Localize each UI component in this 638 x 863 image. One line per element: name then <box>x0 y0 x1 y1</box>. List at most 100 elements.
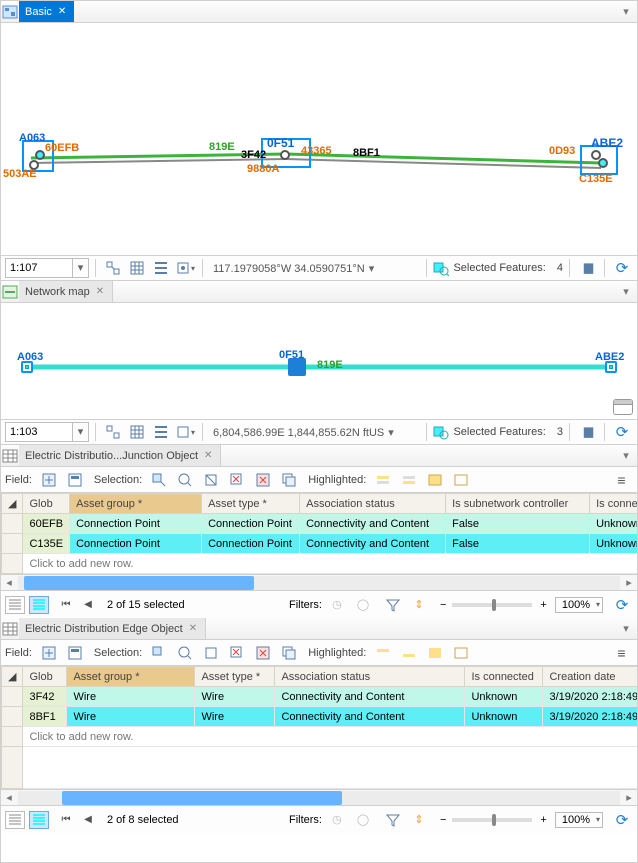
zoom-dropdown[interactable]: 100% <box>555 812 603 828</box>
menu-icon[interactable]: ≡ <box>611 472 633 488</box>
clear-sel-icon[interactable] <box>226 642 248 664</box>
nav-prev-icon[interactable]: ◀ <box>79 599 97 610</box>
field-calc-icon[interactable] <box>64 642 86 664</box>
hl-2-icon[interactable] <box>398 642 420 664</box>
filter-arrows-icon[interactable]: ⇕ <box>408 809 430 831</box>
zoom-fixed-icon[interactable] <box>102 257 124 279</box>
zoom-fixed-icon[interactable] <box>102 421 124 443</box>
table-row[interactable]: 3F42 Wire Wire Connectivity and Content … <box>2 687 638 707</box>
nav-prev-icon[interactable]: ◀ <box>79 814 97 825</box>
chevron-down-icon[interactable]: ▾ <box>72 259 88 277</box>
scroll-left-icon[interactable]: ◂ <box>1 791 17 804</box>
scroll-right-icon[interactable]: ▸ <box>621 791 637 804</box>
col-subnet[interactable]: Is subnetwork controller <box>446 494 590 514</box>
pane-menu-button[interactable]: ▾ <box>615 1 637 22</box>
col-date[interactable]: Creation date <box>543 667 637 687</box>
scale-input[interactable]: ▾ <box>5 422 89 442</box>
tab-basic[interactable]: Basic ✕ <box>19 1 74 22</box>
junction-60efb[interactable] <box>35 150 45 160</box>
dock-icon[interactable] <box>613 399 633 415</box>
filter-funnel-icon[interactable] <box>382 809 404 831</box>
mode-selected-icon[interactable] <box>29 811 49 829</box>
col-glob[interactable]: Glob <box>23 494 70 514</box>
hl-3-icon[interactable] <box>424 469 446 491</box>
junction-c135e[interactable] <box>598 158 608 168</box>
col-glob[interactable]: Glob <box>23 667 67 687</box>
junction-mid[interactable] <box>280 150 290 160</box>
col-isconn[interactable]: Is connect <box>590 494 637 514</box>
hl-4-icon[interactable] <box>450 642 472 664</box>
field-add-icon[interactable] <box>38 642 60 664</box>
scale-field[interactable] <box>6 423 72 441</box>
list-icon[interactable] <box>150 257 172 279</box>
col-assoc[interactable]: Association status <box>300 494 446 514</box>
mode-all-icon[interactable] <box>5 596 25 614</box>
refresh-icon[interactable]: ⟳ <box>611 421 633 443</box>
tab-junction[interactable]: Electric Distributio...Junction Object ✕ <box>19 445 221 466</box>
row-selector-header[interactable]: ◢ <box>2 667 23 687</box>
filter-extent-icon[interactable]: ◯ <box>352 594 374 616</box>
hl-1-icon[interactable] <box>372 642 394 664</box>
col-isconn[interactable]: Is connected <box>465 667 543 687</box>
table-row[interactable]: 60EFB Connection Point Connection Point … <box>2 514 638 534</box>
filter-funnel-icon[interactable] <box>382 594 404 616</box>
tab-edge[interactable]: Electric Distribution Edge Object ✕ <box>19 618 206 639</box>
field-add-icon[interactable] <box>38 469 60 491</box>
table-row[interactable]: C135E Connection Point Connection Point … <box>2 534 638 554</box>
scroll-left-icon[interactable]: ◂ <box>1 576 17 589</box>
list-icon[interactable] <box>150 421 172 443</box>
close-icon[interactable]: ✕ <box>204 450 212 461</box>
chevron-down-icon[interactable]: ▾ <box>388 427 394 439</box>
filter-time-icon[interactable]: ◷ <box>326 594 348 616</box>
zoom-to-icon[interactable] <box>174 469 196 491</box>
edge-grid[interactable]: ◢ Glob Asset group * Asset type * Associ… <box>1 666 637 805</box>
pane-menu-button[interactable]: ▾ <box>615 445 637 466</box>
col-assoc[interactable]: Association status <box>275 667 465 687</box>
mode-selected-icon[interactable] <box>29 596 49 614</box>
copy-sel-icon[interactable] <box>278 469 300 491</box>
refresh-icon[interactable]: ⟳ <box>611 594 633 616</box>
delete-sel-icon[interactable] <box>252 642 274 664</box>
zoom-to-icon[interactable] <box>174 642 196 664</box>
close-icon[interactable]: ✕ <box>58 6 66 17</box>
hl-2-icon[interactable] <box>398 469 420 491</box>
filter-arrows-icon[interactable]: ⇕ <box>408 594 430 616</box>
h-scrollbar[interactable]: ◂ ▸ <box>1 574 637 590</box>
add-row[interactable]: Click to add new row. <box>2 727 638 747</box>
hl-4-icon[interactable] <box>450 469 472 491</box>
pause-icon[interactable]: ▮▮ <box>576 421 598 443</box>
zoom-slider[interactable] <box>452 818 532 822</box>
switch-sel-icon[interactable] <box>200 642 222 664</box>
switch-sel-icon[interactable] <box>200 469 222 491</box>
menu-icon[interactable]: ≡ <box>611 645 633 661</box>
row-selector-header[interactable]: ◢ <box>2 494 23 514</box>
tab-network-map[interactable]: Network map ✕ <box>19 281 113 302</box>
nav-first-icon[interactable]: ⏮ <box>57 814 75 825</box>
filter-extent-icon[interactable]: ◯ <box>352 809 374 831</box>
scale-input[interactable]: ▾ <box>5 258 89 278</box>
scale-field[interactable] <box>6 259 72 277</box>
filter-time-icon[interactable]: ◷ <box>326 809 348 831</box>
chevron-down-icon[interactable]: ▾ <box>369 263 375 275</box>
table-row[interactable]: 8BF1 Wire Wire Connectivity and Content … <box>2 707 638 727</box>
close-icon[interactable]: ✕ <box>189 623 197 634</box>
refresh-icon[interactable]: ⟳ <box>611 257 633 279</box>
clear-sel-icon[interactable] <box>226 469 248 491</box>
select-by-attr-icon[interactable] <box>148 642 170 664</box>
junction-grid[interactable]: ◢ Glob Asset group * Asset type * Associ… <box>1 493 637 590</box>
nav-first-icon[interactable]: ⏮ <box>57 599 75 610</box>
snap-icon[interactable]: ▾ <box>174 421 196 443</box>
pause-icon[interactable]: ▮▮ <box>576 257 598 279</box>
col-asset-group[interactable]: Asset group * <box>70 494 202 514</box>
chevron-down-icon[interactable]: ▾ <box>72 423 88 441</box>
h-scrollbar[interactable]: ◂ ▸ <box>1 789 637 805</box>
col-asset-type[interactable]: Asset type * <box>195 667 275 687</box>
select-by-attr-icon[interactable] <box>148 469 170 491</box>
grid-icon[interactable] <box>126 257 148 279</box>
zoom-dropdown[interactable]: 100% <box>555 597 603 613</box>
mode-all-icon[interactable] <box>5 811 25 829</box>
zoom-slider[interactable] <box>452 603 532 607</box>
col-asset-group[interactable]: Asset group * <box>67 667 195 687</box>
pane-menu-button[interactable]: ▾ <box>615 618 637 639</box>
map-canvas-network[interactable]: A063 0F51 819E ABE2 <box>1 303 637 419</box>
